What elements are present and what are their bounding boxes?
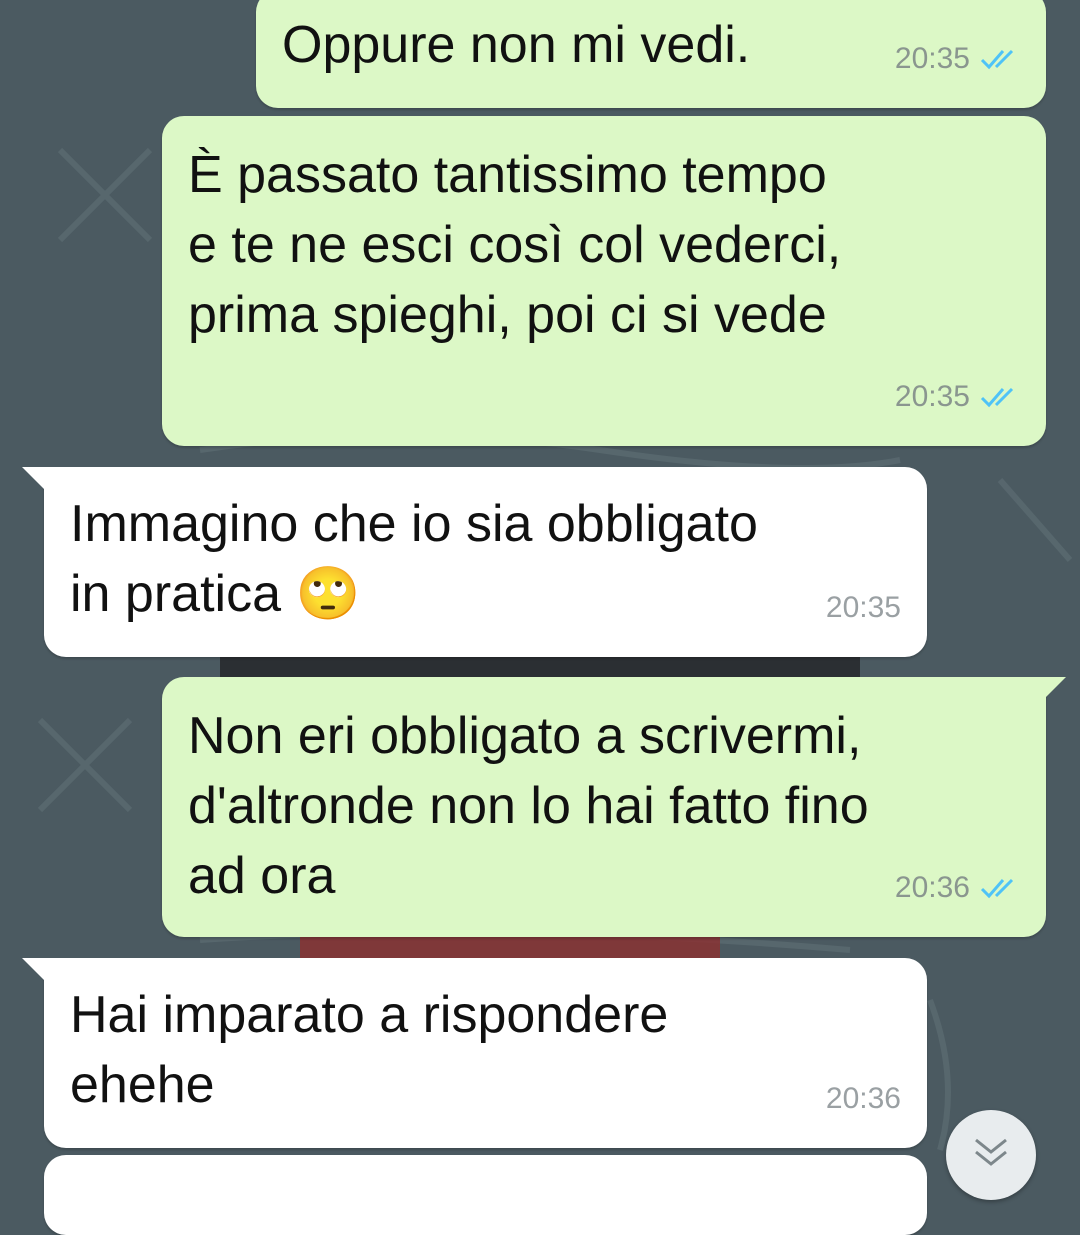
message-meta: 20:35	[826, 573, 901, 643]
message-time: 20:35	[894, 42, 970, 75]
message-meta: 20:35	[895, 24, 1024, 94]
double-chevron-down-icon	[975, 1138, 1007, 1166]
message-text: Immagino che io sia obbligato in pratica…	[70, 495, 758, 623]
read-receipt-icon	[980, 49, 1014, 70]
message-time: 20:36	[825, 1082, 901, 1115]
incoming-message[interactable]: Immagino che io sia obbligato in pratica…	[22, 467, 927, 657]
scroll-to-bottom-button[interactable]	[946, 1110, 1036, 1200]
message-meta: 20:36	[826, 1064, 901, 1134]
outgoing-message[interactable]: Non eri obbligato a scrivermi, d'altrond…	[162, 677, 1066, 937]
incoming-message[interactable]: Hai imparato a rispondere ehehe 20:36	[22, 958, 927, 1148]
message-text: Hai imparato a rispondere ehehe	[70, 986, 669, 1114]
outgoing-message[interactable]: È passato tantissimo tempo e te ne esci …	[162, 116, 1046, 446]
message-text: È passato tantissimo tempo e te ne esci …	[188, 146, 842, 344]
read-receipt-icon	[980, 387, 1014, 408]
bubble-tail	[1040, 677, 1066, 703]
read-receipt-icon	[980, 878, 1014, 899]
face-with-rolling-eyes-emoji: 🙄	[295, 565, 361, 623]
message-meta: 20:35	[895, 362, 1024, 432]
outgoing-message[interactable]: Oppure non mi vedi. 20:35	[256, 0, 1046, 108]
bubble-tail	[22, 467, 48, 493]
message-meta: 20:36	[895, 853, 1024, 923]
message-time: 20:35	[825, 591, 901, 624]
message-time: 20:36	[894, 871, 970, 904]
message-time: 20:35	[894, 380, 970, 413]
bubble-tail	[22, 958, 48, 984]
incoming-message-partial[interactable]	[44, 1155, 927, 1235]
